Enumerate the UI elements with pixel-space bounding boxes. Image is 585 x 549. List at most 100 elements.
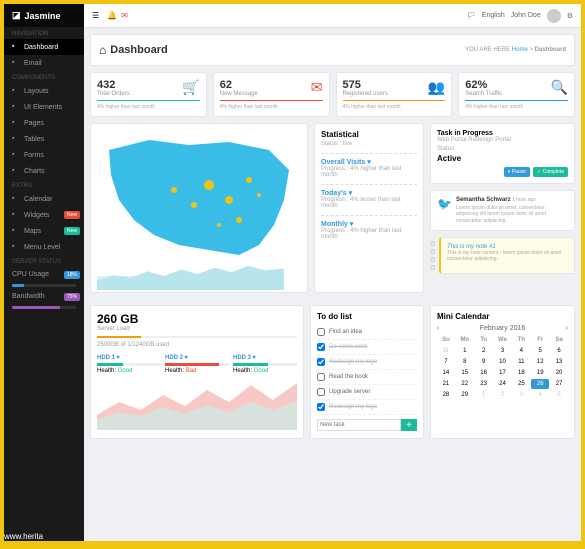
cal-day[interactable]: 7 — [437, 357, 455, 367]
hdd-name[interactable]: HDD 2 ▾ — [165, 354, 229, 361]
nav-icon: ▪ — [12, 119, 20, 127]
message-icon[interactable]: ✉ — [121, 11, 128, 20]
cal-day[interactable]: 21 — [437, 379, 455, 389]
todo-item[interactable]: Redesign my logo — [317, 400, 417, 415]
nav-icon: ▪ — [12, 59, 20, 67]
pause-button[interactable]: ⏸ Pause — [504, 167, 530, 177]
cal-day[interactable]: 4 — [512, 346, 530, 356]
nav-label: Calendar — [24, 196, 52, 203]
cal-day[interactable]: 20 — [550, 368, 568, 378]
sidebar-item-widgets[interactable]: ▪WidgetsNew — [4, 207, 84, 223]
stat-mail[interactable]: 62New Message4% higher than last month✉ — [213, 72, 330, 117]
cal-day[interactable]: 19 — [531, 368, 549, 378]
stat-section-line: Progress : 4% higher than last month — [321, 228, 417, 240]
cal-day[interactable]: 17 — [494, 368, 512, 378]
todo-item[interactable]: Read the book — [317, 370, 417, 385]
todo-checkbox[interactable] — [317, 328, 325, 336]
cal-day[interactable]: 5 — [550, 390, 568, 400]
stat-section-line: Progress : 4% higher than last month — [321, 166, 417, 178]
cal-day[interactable]: 22 — [456, 379, 474, 389]
menu-icon[interactable]: ☰ — [92, 11, 99, 20]
user-name[interactable]: John Doe — [511, 12, 541, 19]
cal-day[interactable]: 3 — [494, 346, 512, 356]
cal-day[interactable]: 8 — [456, 357, 474, 367]
cal-day[interactable]: 9 — [475, 357, 493, 367]
cal-day[interactable]: 11 — [512, 357, 530, 367]
stat-search[interactable]: 62%Search Traffic4% higher than last mon… — [458, 72, 575, 117]
calendar-month: February 2016 — [480, 325, 526, 332]
cal-day-header: Tu — [475, 335, 493, 345]
cal-day[interactable]: 6 — [550, 346, 568, 356]
language-label[interactable]: English — [482, 12, 505, 19]
hdd-name[interactable]: HDD 3 ▾ — [233, 354, 297, 361]
stat-section-title[interactable]: Overall Visits ▾ — [321, 158, 417, 166]
sidebar-item-calendar[interactable]: ▪Calendar — [4, 191, 84, 207]
todo-checkbox[interactable] — [317, 373, 325, 381]
sidebar-item-ui-elements[interactable]: ▪UI Elements — [4, 99, 84, 115]
cal-prev-icon[interactable]: ‹ — [437, 325, 439, 332]
cal-day[interactable]: 27 — [550, 379, 568, 389]
cal-next-icon[interactable]: › — [566, 325, 568, 332]
usa-map[interactable] — [97, 130, 301, 260]
cal-day[interactable]: 13 — [550, 357, 568, 367]
todo-item[interactable]: Redesign my logo — [317, 355, 417, 370]
cal-day[interactable]: 15 — [456, 368, 474, 378]
hdd-name[interactable]: HDD 1 ▾ — [97, 354, 161, 361]
cal-day[interactable]: 25 — [512, 379, 530, 389]
todo-checkbox[interactable] — [317, 403, 325, 411]
stat-section-title[interactable]: Today's ▾ — [321, 189, 417, 197]
sidebar-item-menu-level[interactable]: ▪Menu Level — [4, 239, 84, 255]
new-task-input[interactable] — [317, 419, 401, 431]
cal-day[interactable]: 1 — [475, 390, 493, 400]
cal-day[interactable]: 23 — [475, 379, 493, 389]
cal-day[interactable]: 24 — [494, 379, 512, 389]
add-task-button[interactable]: + — [401, 419, 417, 431]
todo-item[interactable]: Upgrade server — [317, 385, 417, 400]
sidebar-item-layouts[interactable]: ▪Layouts — [4, 83, 84, 99]
sidebar-item-charts[interactable]: ▪Charts — [4, 163, 84, 179]
cal-day[interactable]: 4 — [531, 390, 549, 400]
sidebar-item-maps[interactable]: ▪MapsNew — [4, 223, 84, 239]
nav-icon: ▪ — [12, 211, 20, 219]
brand-logo[interactable]: ◪ Jasmine — [4, 4, 84, 27]
complete-button[interactable]: ✓ Complete — [533, 167, 568, 177]
cal-day[interactable]: 10 — [494, 357, 512, 367]
cal-day[interactable]: 2 — [494, 390, 512, 400]
topbar: ☰ 🔔 ✉ 🏳 English John Doe ⚙ — [84, 4, 581, 28]
cal-day[interactable]: 3 — [512, 390, 530, 400]
cal-day[interactable]: 14 — [437, 368, 455, 378]
todo-item[interactable]: Find an idea — [317, 325, 417, 340]
todo-item[interactable]: Do some work — [317, 340, 417, 355]
cal-day[interactable]: 2 — [475, 346, 493, 356]
todo-checkbox[interactable] — [317, 343, 325, 351]
sidebar-item-email[interactable]: ▪Email — [4, 55, 84, 71]
gear-icon[interactable]: ⚙ — [567, 12, 573, 20]
sidebar-item-forms[interactable]: ▪Forms — [4, 147, 84, 163]
stat-users[interactable]: 575Registered users4% higher than last m… — [336, 72, 453, 117]
avatar[interactable] — [547, 9, 561, 23]
cal-day[interactable]: 31 — [437, 346, 455, 356]
todo-checkbox[interactable] — [317, 388, 325, 396]
cal-day[interactable]: 28 — [437, 390, 455, 400]
todo-checkbox[interactable] — [317, 358, 325, 366]
carousel-dots[interactable] — [430, 237, 435, 274]
stat-section-title[interactable]: Monthly ▾ — [321, 220, 417, 228]
cal-day[interactable]: 16 — [475, 368, 493, 378]
cal-day[interactable]: 1 — [456, 346, 474, 356]
cal-day-header: We — [494, 335, 512, 345]
stat-cart[interactable]: 432Total Orders4% higher than last month… — [90, 72, 207, 117]
cal-day[interactable]: 26 — [531, 379, 549, 389]
cal-day[interactable]: 12 — [531, 357, 549, 367]
cal-day[interactable]: 29 — [456, 390, 474, 400]
tweet-author[interactable]: Semantha Schwarz — [456, 197, 511, 203]
sidebar-item-dashboard[interactable]: ▪Dashboard — [4, 39, 84, 55]
nav-label: Forms — [24, 152, 44, 159]
cal-day[interactable]: 5 — [531, 346, 549, 356]
sidebar-item-tables[interactable]: ▪Tables — [4, 131, 84, 147]
stat-value: 62 — [220, 79, 323, 91]
task-status: Active — [437, 154, 568, 163]
sidebar-item-pages[interactable]: ▪Pages — [4, 115, 84, 131]
cal-day[interactable]: 18 — [512, 368, 530, 378]
notification-icon[interactable]: 🔔 — [107, 11, 117, 20]
todo-text: Redesign my logo — [329, 359, 377, 365]
